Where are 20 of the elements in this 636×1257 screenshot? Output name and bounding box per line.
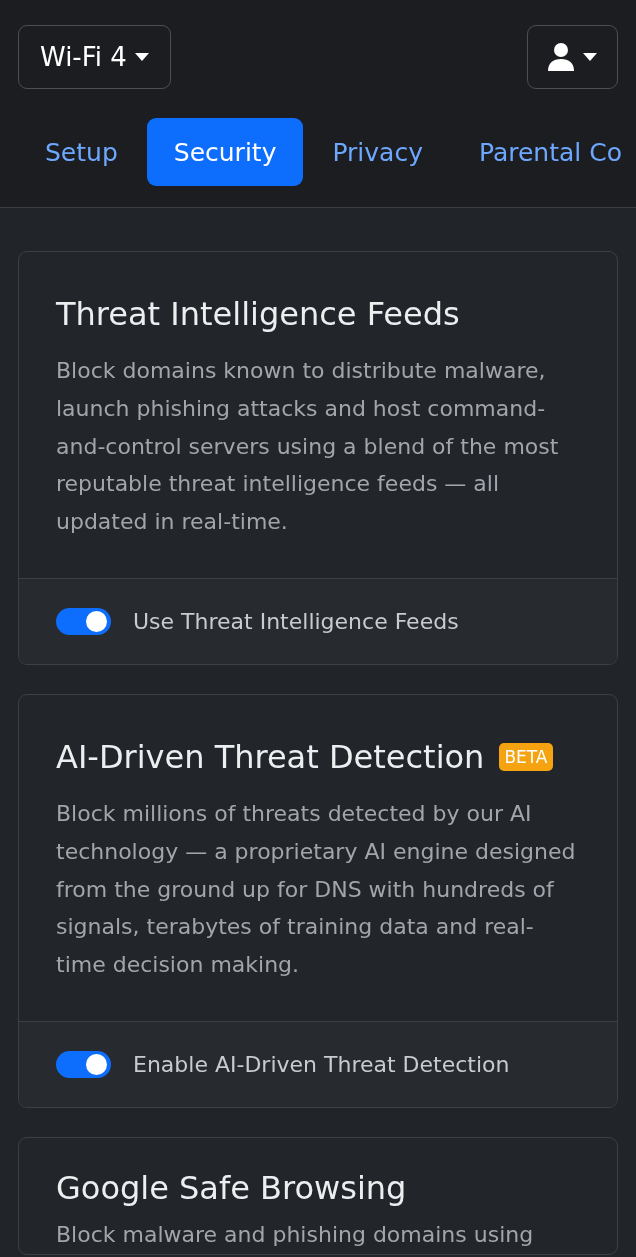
card-description: Block domains known to distribute malware, launch phishing attacks and host command-and-control servers using a blend of the most reputable threat intelligence feeds — all updated in real-time. bbox=[56, 357, 560, 537]
profile-selector-button[interactable]: Wi-Fi 4 bbox=[18, 25, 171, 89]
caret-icon bbox=[134, 53, 149, 61]
card-description: Block millions of threats detected by our AI technology — a proprietary AI engine designed from the ground up for DNS with hundreds of signals, terabytes of training data and real-time decision making. bbox=[56, 800, 577, 980]
toggle-switch[interactable] bbox=[56, 608, 111, 635]
card-description: Block malware and phishing domains using bbox=[56, 1220, 535, 1249]
card-title: Threat Intelligence Feeds bbox=[56, 294, 460, 334]
beta-badge: BETA bbox=[499, 743, 553, 771]
account-menu-button[interactable] bbox=[527, 25, 618, 89]
toggle-label: Use Threat Intelligence Feeds bbox=[133, 609, 459, 634]
nav-tab[interactable]: Security bbox=[146, 118, 304, 186]
toggle-label: Enable AI-Driven Threat Detection bbox=[133, 1051, 510, 1077]
user-icon bbox=[548, 43, 574, 71]
nav-tab[interactable]: Privacy bbox=[305, 118, 450, 186]
card-title: AI-Driven Threat Detection bbox=[56, 737, 485, 777]
caret-icon bbox=[583, 53, 597, 61]
toggle-switch[interactable] bbox=[56, 1050, 111, 1078]
nav-tab[interactable]: Setup bbox=[18, 118, 145, 186]
nav-tab[interactable]: Parental Co bbox=[451, 118, 622, 186]
card-title: Google Safe Browsing bbox=[56, 1167, 407, 1208]
